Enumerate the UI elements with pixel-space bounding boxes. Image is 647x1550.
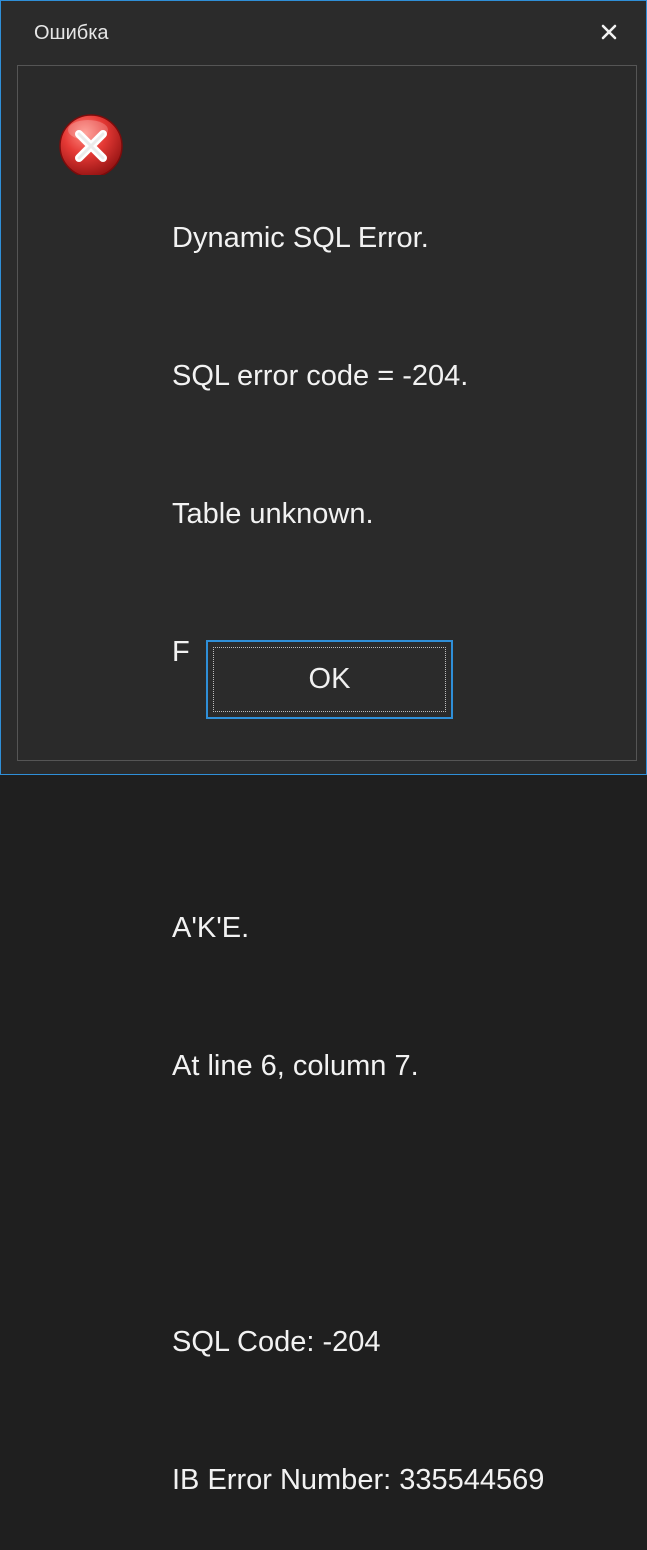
error-icon (59, 114, 123, 175)
message-line: A'K'E. (172, 912, 250, 944)
error-message: Dynamic SQL Error. SQL error code = -204… (172, 123, 622, 1550)
window-title: Ошибка (34, 22, 109, 44)
close-button[interactable] (594, 17, 624, 47)
message-line: IB Error Number: 335544569 (172, 1464, 545, 1496)
message-line (172, 767, 622, 813)
close-icon (601, 24, 617, 40)
ok-button[interactable]: OK (206, 640, 453, 719)
message-line: SQL Code: -204 (172, 1326, 381, 1358)
message-line (172, 1181, 622, 1227)
dialog-content: Dynamic SQL Error. SQL error code = -204… (17, 65, 637, 1496)
message-line: At line 6, column 7. (172, 1050, 419, 1082)
message-line: Dynamic SQL Error. (172, 222, 429, 254)
ok-button-label: OK (213, 647, 446, 712)
title-bar[interactable]: Ошибка (1, 1, 646, 65)
message-line: SQL error code = -204. (172, 360, 469, 392)
error-dialog-window: Ошибка Dynamic SQL Error. SQL error code… (0, 0, 647, 1496)
message-line: Table unknown. (172, 498, 374, 530)
